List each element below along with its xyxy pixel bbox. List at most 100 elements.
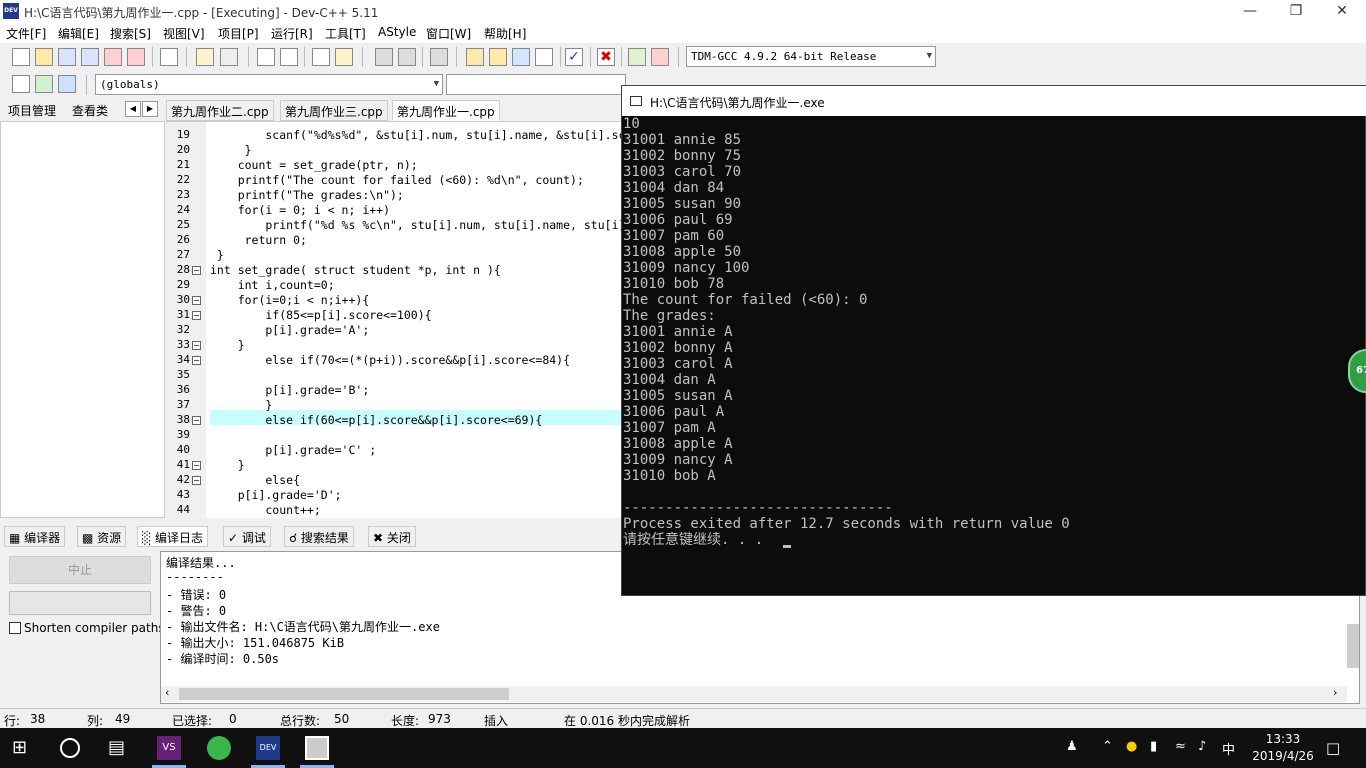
notification-icon[interactable]: □ — [1326, 739, 1340, 757]
code-line: } — [210, 458, 245, 472]
goto-bookmark-icon[interactable] — [58, 75, 76, 93]
fold-toggle-icon[interactable]: − — [192, 341, 201, 350]
find-icon[interactable] — [257, 48, 275, 66]
console-taskbar-icon[interactable] — [305, 736, 329, 760]
project-options-icon[interactable] — [512, 48, 530, 66]
file-tab-3[interactable]: 第九周作业三.cpp — [280, 100, 388, 121]
stop-compile-button[interactable]: 中止 — [9, 556, 151, 584]
save-all-icon[interactable] — [81, 48, 99, 66]
fold-toggle-icon[interactable]: − — [192, 296, 201, 305]
class-browser-icon[interactable] — [535, 48, 553, 66]
toggle-comment-icon[interactable] — [430, 48, 448, 66]
fold-toggle-icon[interactable]: − — [192, 356, 201, 365]
tab-compiler[interactable]: ▦ 编译器 — [4, 526, 66, 547]
tray-app-icon[interactable]: ● — [1126, 739, 1137, 754]
scroll-left-icon[interactable]: ‹ — [165, 686, 169, 699]
redo-icon[interactable] — [220, 48, 238, 66]
windows-start-icon[interactable]: ⊞ — [12, 736, 36, 760]
close-all-icon[interactable] — [127, 48, 145, 66]
menu-help[interactable]: 帮助[H] — [484, 25, 526, 42]
close-icon[interactable]: ✕ — [1319, 0, 1365, 23]
compiler-select[interactable]: TDM-GCC 4.9.2 64-bit Release ▼ — [686, 46, 936, 67]
insert-icon[interactable] — [12, 75, 30, 93]
menu-tools[interactable]: 工具[T] — [325, 25, 366, 42]
tab-debug[interactable]: ✓ 调试 — [223, 526, 271, 547]
shorten-paths-checkbox[interactable] — [9, 622, 21, 634]
scope-select[interactable]: (globals) ▼ — [95, 74, 443, 95]
minimize-icon[interactable]: — — [1227, 0, 1273, 23]
tab-project-manager[interactable]: 项目管理 — [8, 102, 56, 119]
ime-indicator[interactable]: 中 — [1222, 739, 1235, 758]
tab-class-view[interactable]: 查看类 — [72, 102, 108, 119]
console-window[interactable]: H:\C语言代码\第九周作业一.exe 10 31001 annie 85 3100… — [621, 85, 1366, 596]
toggle-bookmark-icon[interactable] — [35, 75, 53, 93]
bookmark-icon[interactable] — [335, 48, 353, 66]
tray-chevron-up-icon[interactable]: ⌃ — [1102, 739, 1113, 754]
task-view-icon[interactable]: ▤ — [108, 736, 132, 760]
log-scroll-thumb[interactable] — [179, 688, 509, 700]
code-editor[interactable]: 19 scanf("%d%s%d", &stu[i].num, stu[i].n… — [166, 121, 621, 518]
menu-astyle[interactable]: AStyle — [378, 25, 416, 39]
restore-icon[interactable]: ❐ — [1273, 0, 1319, 23]
browser-icon[interactable] — [207, 736, 231, 760]
tab-resources-label: 资源 — [97, 531, 122, 545]
fold-toggle-icon[interactable]: − — [192, 461, 201, 470]
print-icon[interactable] — [160, 48, 178, 66]
tab-search-results[interactable]: ☌ 搜索结果 — [284, 526, 354, 547]
status-total-label: 总行数: — [280, 714, 321, 728]
people-icon[interactable]: ♟ — [1066, 739, 1078, 754]
status-len: 973 — [428, 712, 451, 726]
indent-icon[interactable] — [375, 48, 393, 66]
file-tab-1[interactable]: 第九周作业一.cpp — [392, 100, 500, 121]
function-select[interactable] — [446, 74, 626, 95]
menu-edit[interactable]: 编辑[E] — [58, 25, 99, 42]
tab-compile-log[interactable]: ░ 编译日志 — [137, 526, 209, 547]
tab-resources[interactable]: ▩ 资源 — [77, 526, 127, 547]
menu-file[interactable]: 文件[F] — [6, 25, 46, 42]
open-project-icon[interactable] — [489, 48, 507, 66]
new-project-icon[interactable] — [466, 48, 484, 66]
cortana-search-icon[interactable] — [60, 738, 80, 758]
visual-studio-icon[interactable]: VS — [157, 736, 181, 760]
scroll-right-icon[interactable]: › — [1333, 686, 1337, 699]
menu-window[interactable]: 窗口[W] — [426, 25, 471, 42]
close-file-icon[interactable] — [104, 48, 122, 66]
fold-toggle-icon[interactable]: − — [192, 266, 201, 275]
volume-icon[interactable]: ♪ — [1198, 739, 1206, 754]
stop-execution-icon[interactable]: ✖ — [597, 48, 615, 66]
delete-profile-icon[interactable] — [651, 48, 669, 66]
profile-icon[interactable] — [628, 48, 646, 66]
log-vertical-scroll-thumb[interactable] — [1347, 624, 1359, 668]
battery-icon[interactable]: ▮ — [1150, 739, 1157, 754]
console-line: 31003 carol A — [623, 356, 733, 372]
file-tabs: 第九周作业二.cpp 第九周作业三.cpp 第九周作业一.cpp — [166, 99, 621, 121]
menu-view[interactable]: 视图[V] — [163, 25, 205, 42]
save-icon[interactable] — [58, 48, 76, 66]
open-file-icon[interactable] — [35, 48, 53, 66]
goto-line-icon[interactable] — [312, 48, 330, 66]
console-line: 31004 dan A — [623, 372, 716, 388]
replace-icon[interactable] — [280, 48, 298, 66]
tab-close[interactable]: ✖ 关闭 — [368, 526, 416, 547]
menu-run[interactable]: 运行[R] — [271, 25, 313, 42]
console-title-bar[interactable]: H:\C语言代码\第九周作业一.exe — [622, 86, 1366, 116]
project-panel[interactable] — [0, 121, 165, 518]
tab-scroll-right-icon[interactable]: ▶ — [142, 101, 158, 117]
tab-scroll-left-icon[interactable]: ◀ — [125, 101, 141, 117]
file-tab-2[interactable]: 第九周作业二.cpp — [166, 100, 274, 121]
line-number: 27 — [176, 248, 190, 261]
undo-icon[interactable] — [196, 48, 214, 66]
new-file-icon[interactable] — [12, 48, 30, 66]
check-syntax-icon[interactable]: ✓ — [565, 48, 583, 66]
fold-toggle-icon[interactable]: − — [192, 311, 201, 320]
devcpp-taskbar-icon[interactable]: DEV — [256, 736, 280, 760]
unindent-icon[interactable] — [398, 48, 416, 66]
menu-search[interactable]: 搜索[S] — [110, 25, 151, 42]
menu-project[interactable]: 项目[P] — [218, 25, 259, 42]
fold-toggle-icon[interactable]: − — [192, 476, 201, 485]
wifi-icon[interactable]: ≈ — [1175, 739, 1186, 754]
fold-toggle-icon[interactable]: − — [192, 416, 201, 425]
clock[interactable]: 13:33 2019/4/26 — [1246, 731, 1320, 765]
code-line: else if(70<=(*(p+i)).score&&p[i].score<=… — [210, 353, 571, 367]
console-line: 31005 susan 90 — [623, 196, 742, 212]
